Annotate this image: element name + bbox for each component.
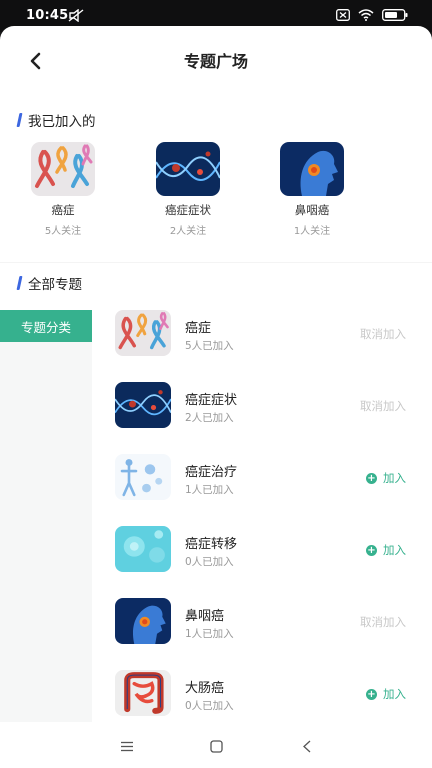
joined-topic-cancer-symptoms[interactable]: 癌症症状 2人关注 (140, 142, 236, 237)
mute-icon (68, 9, 84, 22)
back-nav-button[interactable] (295, 736, 319, 756)
topic-count: 0人已加入 (185, 700, 234, 712)
topic-row[interactable]: 癌症 5人已加入 取消加入 (92, 300, 432, 372)
action-label: 取消加入 (360, 615, 406, 629)
joined-section-title: 我已加入的 (28, 114, 96, 130)
topic-name: 大肠癌 (185, 681, 225, 696)
join-button[interactable]: + 加入 (366, 686, 406, 702)
topic-name: 癌症 (185, 321, 212, 336)
topic-count: 0人已加入 (185, 556, 234, 568)
action-label: 加入 (383, 471, 406, 485)
category-tab-topics[interactable]: 专题分类 (0, 310, 92, 342)
action-label: 取消加入 (360, 399, 406, 413)
body-cells-image (115, 454, 171, 500)
menu-nav-button[interactable] (115, 736, 139, 756)
nasopharynx-image (115, 598, 171, 644)
topic-name: 癌症转移 (185, 537, 238, 552)
all-section-header: 全部专题 (16, 273, 82, 293)
page-title: 专题广场 (183, 52, 248, 71)
topic-name: 癌症治疗 (185, 465, 238, 480)
topic-name: 癌症症状 (185, 393, 238, 408)
dna-cells-image (156, 142, 220, 196)
joined-topic-name: 鼻咽癌 (294, 203, 330, 217)
back-triangle-icon (303, 740, 311, 752)
plus-icon: + (366, 544, 377, 556)
joined-topic-count: 1人关注 (293, 226, 331, 237)
intestine-image (115, 670, 171, 716)
action-label: 加入 (383, 543, 406, 557)
joined-topic-name: 癌症症状 (165, 203, 211, 217)
topic-row[interactable]: 鼻咽癌 1人已加入 取消加入 (92, 588, 432, 660)
cancel-join-button[interactable]: 取消加入 (360, 614, 406, 630)
topic-count: 1人已加入 (185, 628, 234, 640)
action-label: 加入 (383, 687, 406, 701)
ribbons-image (115, 310, 171, 356)
joined-topics: 癌症 5人关注 癌症症状 2人关注 鼻咽癌 1人关注 (0, 142, 432, 242)
joined-section-header: 我已加入的 (16, 110, 96, 130)
section-marker (16, 113, 23, 127)
joined-topic-cancer[interactable]: 癌症 5人关注 (15, 142, 111, 237)
menu-icon (121, 741, 133, 751)
topic-count: 1人已加入 (185, 484, 234, 496)
section-marker (16, 276, 23, 290)
joined-topic-nasopharyngeal[interactable]: 鼻咽癌 1人关注 (264, 142, 360, 237)
cancel-join-button[interactable]: 取消加入 (360, 398, 406, 414)
plus-icon: + (366, 688, 377, 700)
joined-topic-count: 2人关注 (169, 226, 207, 237)
status-time: 10:45 (26, 8, 69, 23)
topic-count: 2人已加入 (185, 412, 234, 424)
nasopharynx-image (280, 142, 344, 196)
system-nav-bar (0, 722, 432, 768)
cyan-cells-image (115, 526, 171, 572)
sim-icon (336, 9, 350, 21)
topic-name: 鼻咽癌 (185, 609, 225, 624)
joined-topic-count: 5人关注 (44, 226, 82, 237)
battery-icon (382, 9, 408, 21)
plus-icon: + (366, 472, 377, 484)
topic-row[interactable]: 癌症症状 2人已加入 取消加入 (92, 372, 432, 444)
topic-count: 5人已加入 (185, 340, 234, 352)
home-square-icon (209, 739, 223, 753)
join-button[interactable]: + 加入 (366, 542, 406, 558)
wifi-icon (358, 9, 374, 21)
joined-topic-name: 癌症 (51, 203, 75, 217)
home-nav-button[interactable] (204, 736, 228, 756)
dna-cells-image (115, 382, 171, 428)
ribbons-image (31, 142, 95, 196)
join-button[interactable]: + 加入 (366, 470, 406, 486)
cancel-join-button[interactable]: 取消加入 (360, 326, 406, 342)
all-section-title: 全部专题 (28, 277, 82, 293)
topic-row[interactable]: 癌症转移 0人已加入 + 加入 (92, 516, 432, 588)
action-label: 取消加入 (360, 327, 406, 341)
header: 专题广场 (0, 26, 432, 90)
topic-row[interactable]: 癌症治疗 1人已加入 + 加入 (92, 444, 432, 516)
status-icons (336, 9, 408, 21)
topic-plaza-page: 专题广场 我已加入的 癌症 5人关注 癌症症状 2人关注 鼻咽癌 1人关注 全部… (0, 26, 432, 768)
section-divider (0, 262, 432, 263)
category-sidebar: 专题分类 (0, 310, 92, 742)
